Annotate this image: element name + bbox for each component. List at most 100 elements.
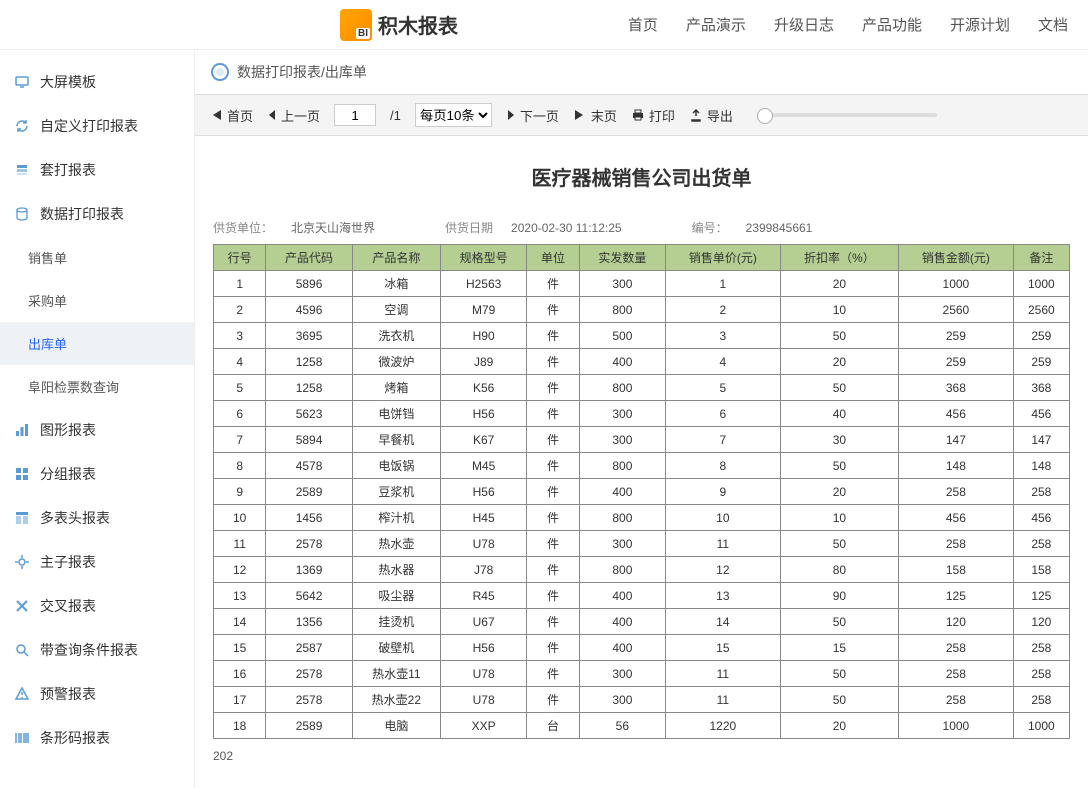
table-header-cell: 备注 <box>1013 245 1069 271</box>
table-cell: 258 <box>1013 531 1069 557</box>
table-cell: 9 <box>666 479 781 505</box>
sidebar-subitem[interactable]: 采购单 <box>0 279 194 322</box>
table-cell: 400 <box>579 583 665 609</box>
table-header-cell: 实发数量 <box>579 245 665 271</box>
zoom-slider[interactable] <box>757 113 937 117</box>
table-cell: 2587 <box>266 635 352 661</box>
sidebar-subitem[interactable]: 出库单 <box>0 322 194 365</box>
top-nav: 首页 产品演示 升级日志 产品功能 开源计划 文档 <box>628 14 1068 35</box>
table-cell: 258 <box>1013 687 1069 713</box>
table-cell: 50 <box>780 375 898 401</box>
table-cell: M79 <box>440 297 526 323</box>
sidebar-item[interactable]: 预警报表 <box>0 672 194 716</box>
table-cell: M45 <box>440 453 526 479</box>
table-cell: 吸尘器 <box>352 583 440 609</box>
table-cell: 8 <box>214 453 266 479</box>
db-icon <box>14 206 30 222</box>
next-page-button[interactable]: 下一页 <box>506 106 559 125</box>
print-button[interactable]: 打印 <box>631 106 675 125</box>
sidebar-item[interactable]: 多表头报表 <box>0 496 194 540</box>
table-cell: U78 <box>440 687 526 713</box>
table-cell: 90 <box>780 583 898 609</box>
table-row: 101456榨汁机H45件8001010456456 <box>214 505 1070 531</box>
table-cell: 300 <box>579 427 665 453</box>
table-cell: 11 <box>666 687 781 713</box>
table-cell: 榨汁机 <box>352 505 440 531</box>
sidebar-item[interactable]: 大屏模板 <box>0 60 194 104</box>
table-cell: 破壁机 <box>352 635 440 661</box>
table-cell: 10 <box>780 505 898 531</box>
table-cell: 2589 <box>266 713 352 739</box>
sidebar-item[interactable]: 带查询条件报表 <box>0 628 194 672</box>
page-input[interactable] <box>334 104 376 126</box>
table-cell: 1456 <box>266 505 352 531</box>
table-cell: 300 <box>579 687 665 713</box>
table-cell: 500 <box>579 323 665 349</box>
table-cell: 7 <box>214 427 266 453</box>
sidebar-item[interactable]: 条形码报表 <box>0 716 194 760</box>
table-cell: 40 <box>780 401 898 427</box>
sidebar-item[interactable]: 图形报表 <box>0 408 194 452</box>
table-cell: 456 <box>1013 401 1069 427</box>
table-cell: 6 <box>214 401 266 427</box>
table-cell: 微波炉 <box>352 349 440 375</box>
table-cell: 125 <box>1013 583 1069 609</box>
table-cell: 电饼铛 <box>352 401 440 427</box>
sidebar-item[interactable]: 交叉报表 <box>0 584 194 628</box>
topnav-item[interactable]: 产品演示 <box>686 14 746 35</box>
table-cell: XXP <box>440 713 526 739</box>
table-cell: 158 <box>1013 557 1069 583</box>
barcode-icon <box>14 730 30 746</box>
table-cell: 件 <box>527 479 579 505</box>
first-page-icon <box>209 108 223 122</box>
table-cell: 258 <box>899 531 1014 557</box>
table-cell: 件 <box>527 687 579 713</box>
table-cell: H56 <box>440 635 526 661</box>
topnav-item[interactable]: 文档 <box>1038 14 1068 35</box>
perpage-select[interactable]: 每页10条 <box>415 103 492 127</box>
table-cell: 147 <box>899 427 1014 453</box>
topnav-item[interactable]: 升级日志 <box>774 14 834 35</box>
table-cell: 800 <box>579 453 665 479</box>
query-icon <box>14 642 30 658</box>
table-cell: 2589 <box>266 479 352 505</box>
table-cell: 件 <box>527 635 579 661</box>
sidebar-item[interactable]: 数据打印报表 <box>0 192 194 236</box>
sidebar-item[interactable]: 自定义打印报表 <box>0 104 194 148</box>
refresh-icon <box>14 118 30 134</box>
table-cell: 400 <box>579 635 665 661</box>
sidebar-subitem[interactable]: 销售单 <box>0 236 194 279</box>
table-cell: 热水壶22 <box>352 687 440 713</box>
table-cell: 9 <box>214 479 266 505</box>
prev-page-button[interactable]: 上一页 <box>267 106 320 125</box>
table-row: 162578热水壶11U78件3001150258258 <box>214 661 1070 687</box>
sidebar-item[interactable]: 套打报表 <box>0 148 194 192</box>
report-toolbar: 首页 上一页 /1 每页10条 下一页 末页 打印 <box>195 94 1088 136</box>
table-cell: 2578 <box>266 531 352 557</box>
table-row: 172578热水壶22U78件3001150258258 <box>214 687 1070 713</box>
topnav-item[interactable]: 首页 <box>628 14 658 35</box>
table-cell: 1 <box>214 271 266 297</box>
topnav-item[interactable]: 产品功能 <box>862 14 922 35</box>
sidebar-subitem[interactable]: 阜阳检票数查询 <box>0 365 194 408</box>
table-cell: J89 <box>440 349 526 375</box>
table-cell: 热水壶11 <box>352 661 440 687</box>
table-cell: 800 <box>579 297 665 323</box>
table-cell: 热水器 <box>352 557 440 583</box>
topnav-item[interactable]: 开源计划 <box>950 14 1010 35</box>
report-table: 行号产品代码产品名称规格型号单位实发数量销售单价(元)折扣率（%）销售金额(元)… <box>213 244 1070 739</box>
table-cell: 258 <box>1013 635 1069 661</box>
export-button[interactable]: 导出 <box>689 106 733 125</box>
table-cell: 1356 <box>266 609 352 635</box>
last-page-button[interactable]: 末页 <box>573 106 617 125</box>
logo[interactable]: 积木报表 <box>340 9 458 41</box>
table-row: 15896冰箱H2563件30012010001000 <box>214 271 1070 297</box>
table-header-cell: 销售金额(元) <box>899 245 1014 271</box>
table-cell: K67 <box>440 427 526 453</box>
sidebar-item[interactable]: 分组报表 <box>0 452 194 496</box>
table-cell: 件 <box>527 531 579 557</box>
table-cell: 5 <box>666 375 781 401</box>
table-cell: 5894 <box>266 427 352 453</box>
sidebar-item[interactable]: 主子报表 <box>0 540 194 584</box>
first-page-button[interactable]: 首页 <box>209 106 253 125</box>
